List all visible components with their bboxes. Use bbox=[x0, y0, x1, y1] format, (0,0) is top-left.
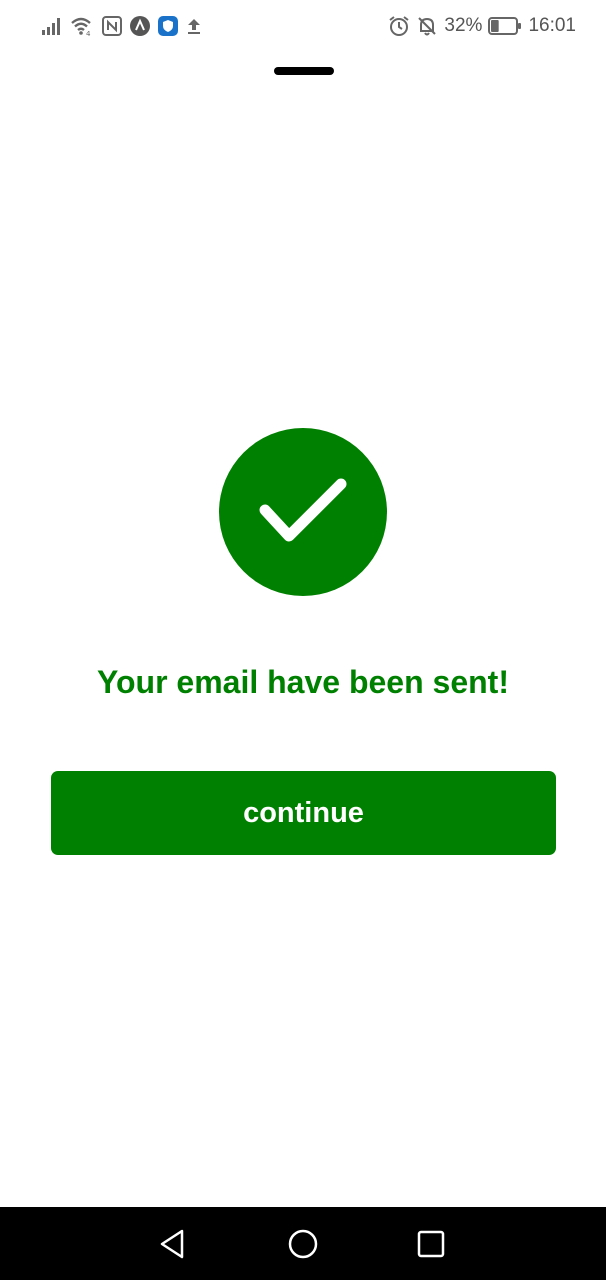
continue-button[interactable]: continue bbox=[51, 771, 556, 855]
svg-text:4: 4 bbox=[86, 30, 91, 36]
upload-icon bbox=[186, 17, 202, 35]
battery-icon bbox=[488, 17, 522, 35]
clock: 16:01 bbox=[528, 15, 576, 36]
back-button[interactable] bbox=[133, 1207, 213, 1280]
signal-icon bbox=[42, 17, 62, 35]
continue-button-label: continue bbox=[243, 796, 364, 829]
back-icon bbox=[160, 1229, 184, 1258]
alarm-icon bbox=[388, 15, 410, 37]
battery-percent: 32% bbox=[444, 15, 483, 36]
bell-off-icon bbox=[416, 15, 438, 37]
status-left-icons: 4 bbox=[42, 13, 202, 39]
success-message: Your email have been sent! bbox=[97, 664, 509, 700]
check-icon bbox=[259, 478, 347, 542]
home-icon bbox=[288, 1229, 318, 1258]
recents-icon bbox=[417, 1230, 445, 1257]
app-a-icon bbox=[130, 16, 150, 36]
drag-handle[interactable] bbox=[274, 67, 334, 75]
status-right-icons: 32% 16:01 bbox=[388, 13, 576, 39]
success-check-circle bbox=[219, 428, 387, 596]
recents-button[interactable] bbox=[391, 1207, 471, 1280]
wifi-icon: 4 bbox=[70, 16, 94, 36]
navigation-bar bbox=[0, 1207, 606, 1280]
status-bar: 4 32% 16:01 bbox=[0, 0, 606, 52]
nfc-icon bbox=[102, 16, 122, 36]
screen: 4 32% 16:01 Your email have been sent! c… bbox=[0, 0, 606, 1280]
home-button[interactable] bbox=[263, 1207, 343, 1280]
shield-app-icon bbox=[158, 16, 178, 36]
